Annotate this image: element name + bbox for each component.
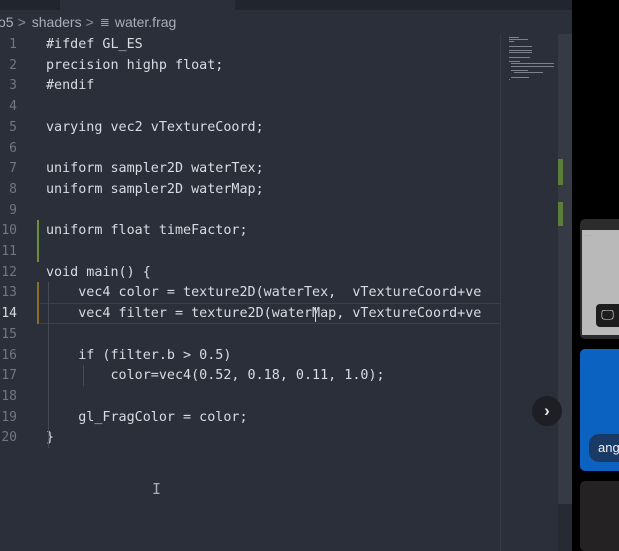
minimap-line — [509, 39, 528, 41]
breadcrumb-item-project[interactable]: o5 — [0, 14, 14, 30]
minimap-line — [511, 65, 554, 67]
line-number: 7 — [9, 161, 17, 177]
line-number: 19 — [1, 409, 17, 425]
line-number: 16 — [1, 347, 17, 363]
line-number: 15 — [1, 326, 17, 342]
code-line[interactable]: 11 — [0, 241, 500, 262]
thumbnail-title: · · · — [585, 233, 592, 238]
chevron-right-icon: > — [85, 14, 94, 30]
code-text: #ifdef GL_ES — [46, 37, 143, 52]
minimap-line — [513, 72, 543, 74]
code-line[interactable]: 14 vec4 filter = texture2D(waterMap, vTe… — [0, 303, 500, 325]
indent-guide — [83, 365, 84, 386]
code-line[interactable]: 8 uniform sampler2D waterMap; — [0, 179, 500, 200]
code-line[interactable]: 18 — [0, 386, 500, 407]
code-text: vec4 filter = texture2D(waterMap, vTextu… — [46, 306, 482, 322]
git-added-marker — [37, 241, 39, 262]
code-line[interactable]: 17 color=vec4(0.52, 0.18, 0.11, 1.0); — [0, 365, 500, 386]
vertical-scrollbar[interactable] — [558, 34, 572, 551]
code-text: uniform sampler2D waterTex; — [46, 161, 264, 177]
code-line[interactable]: 9 — [0, 200, 500, 221]
window-thumbnail[interactable]: ang — [580, 349, 619, 471]
active-tab[interactable] — [60, 0, 235, 10]
window-thumbnail[interactable] — [580, 481, 619, 551]
scrollbar-change-marker — [558, 202, 563, 226]
line-number: 20 — [1, 430, 17, 446]
minimap[interactable] — [500, 34, 559, 551]
code-line[interactable]: 6 — [0, 138, 500, 159]
git-modified-marker — [37, 303, 39, 325]
line-number: 1 — [9, 37, 17, 52]
minimap-line — [509, 37, 520, 38]
thumbnail-label: ang — [589, 434, 619, 462]
minimap-line — [509, 52, 532, 54]
git-added-marker — [37, 220, 39, 242]
line-number: 11 — [1, 244, 17, 259]
monitor-icon[interactable]: 🖵 — [596, 304, 619, 327]
line-number: 18 — [1, 388, 17, 404]
text-cursor-icon: I — [152, 480, 162, 498]
code-text: uniform sampler2D waterMap; — [46, 181, 264, 197]
tab-strip — [0, 0, 572, 10]
line-number: 9 — [9, 202, 17, 218]
chevron-right-icon: > — [17, 14, 26, 30]
minimap-line — [509, 45, 532, 47]
window-thumbnail[interactable]: · · · 🖵 — [580, 219, 619, 339]
code-line[interactable]: 3 #endif — [0, 75, 500, 96]
line-number: 2 — [9, 57, 17, 73]
code-line[interactable]: 19 gl_FragColor = color; — [0, 407, 500, 428]
code-text: void main() { — [46, 264, 151, 280]
line-number: 4 — [9, 99, 17, 115]
scrollbar-thumb[interactable] — [558, 34, 572, 504]
minimap-line — [509, 50, 532, 52]
line-number: 8 — [9, 181, 17, 197]
line-number: 6 — [9, 140, 17, 156]
code-line[interactable]: 5 varying vec2 vTextureCoord; — [0, 117, 500, 138]
minimap-line — [509, 41, 515, 43]
scrollbar-change-marker — [558, 159, 563, 185]
code-line[interactable]: 10 uniform float timeFactor; — [0, 220, 500, 242]
code-area[interactable]: 1 #ifdef GL_ES 2 precision highp float; 3 #en… — [0, 34, 500, 551]
line-number: 12 — [1, 264, 17, 280]
code-line[interactable]: 1 #ifdef GL_ES — [0, 34, 500, 55]
code-line[interactable]: 16 if (filter.b > 0.5) — [0, 345, 500, 366]
code-line[interactable]: 13 vec4 color = texture2D(waterTex, vTex… — [0, 282, 500, 304]
code-line[interactable]: 15 — [0, 324, 500, 345]
minimap-line — [511, 76, 530, 78]
file-lines-icon: ≣ — [99, 15, 110, 29]
code-line[interactable]: 2 precision highp float; — [0, 55, 500, 76]
code-text: vec4 color = texture2D(waterTex, vTextur… — [46, 285, 482, 301]
line-number: 5 — [9, 119, 17, 135]
code-text: if (filter.b > 0.5) — [46, 347, 232, 363]
code-line[interactable]: 7 uniform sampler2D waterTex; — [0, 158, 500, 179]
code-editor[interactable]: o5 > shaders > ≣ water.frag 1 #ifdef GL_E… — [0, 0, 572, 551]
line-number: 10 — [1, 223, 17, 239]
minimap-line — [509, 56, 531, 58]
code-text: gl_FragColor = color; — [46, 409, 248, 425]
code-text: color=vec4(0.52, 0.18, 0.11, 1.0); — [46, 368, 385, 384]
breadcrumb-item-folder[interactable]: shaders — [32, 14, 82, 30]
code-line[interactable]: 4 — [0, 96, 500, 117]
code-text: #endif — [46, 78, 95, 94]
minimap-line — [509, 61, 521, 63]
code-text: varying vec2 vTextureCoord; — [46, 119, 264, 135]
line-number: 13 — [1, 285, 17, 301]
minimap-line — [511, 70, 528, 71]
code-text: uniform float timeFactor; — [46, 223, 248, 239]
code-line[interactable]: 12 void main() { — [0, 262, 500, 283]
chevron-right-icon[interactable]: › — [532, 396, 562, 426]
breadcrumb-item-file[interactable]: water.frag — [115, 14, 176, 30]
code-text: precision highp float; — [46, 57, 224, 73]
git-modified-marker — [37, 282, 39, 304]
line-number: 14 — [1, 306, 17, 322]
minimap-line — [511, 63, 554, 65]
indent-guide — [48, 282, 49, 448]
breadcrumb: o5 > shaders > ≣ water.frag — [0, 10, 500, 34]
line-number: 17 — [1, 368, 17, 384]
code-line[interactable]: 20} — [0, 427, 500, 448]
line-number: 3 — [9, 78, 17, 94]
minimap-line — [509, 78, 510, 80]
